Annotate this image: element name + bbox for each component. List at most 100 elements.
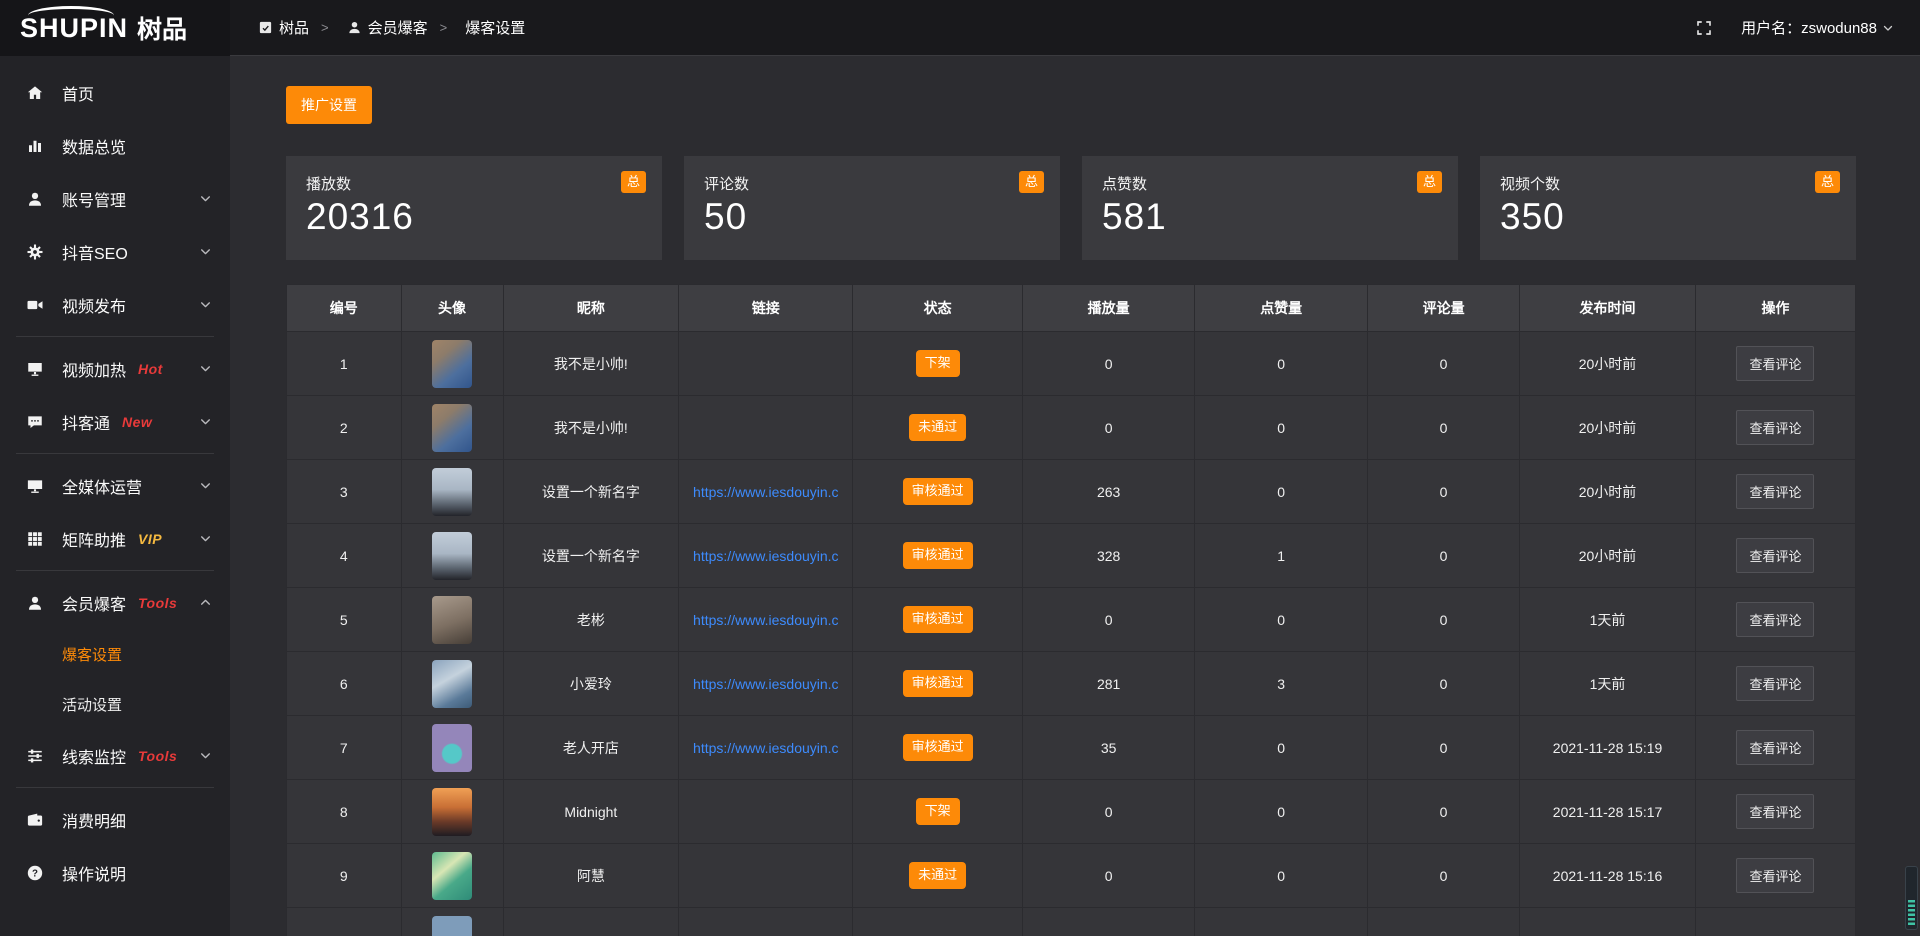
- nav-sublabel: 爆客设置: [62, 644, 122, 665]
- breadcrumb-item-member-baoke[interactable]: > 会员爆客: [309, 17, 428, 38]
- scrollbar-widget[interactable]: [1905, 866, 1918, 930]
- chev-down-icon: [199, 749, 212, 762]
- cell-comments: 0: [1367, 844, 1519, 908]
- cell-link: [679, 844, 853, 908]
- status-badge: 未通过: [909, 414, 966, 440]
- column-header: 昵称: [503, 285, 679, 332]
- cell-nickname: 我不是小帅!: [503, 332, 679, 396]
- sidebar-item-consumption-detail[interactable]: 消费明细: [0, 793, 230, 846]
- cell-avatar: [401, 396, 503, 460]
- cell-plays: 263: [1022, 460, 1195, 524]
- sidebar-item-account-management[interactable]: 账号管理: [0, 172, 230, 225]
- sidebar-subitem-activity-settings[interactable]: 活动设置: [0, 679, 230, 729]
- cell-nickname: 小爱玲: [503, 652, 679, 716]
- sidebar-item-video-heating[interactable]: 视频加热 Hot: [0, 342, 230, 395]
- cell-status: 审核通过: [853, 524, 1022, 588]
- sidebar-item-data-overview[interactable]: 数据总览: [0, 119, 230, 172]
- sidebar-item-omni-media[interactable]: 全媒体运营: [0, 459, 230, 512]
- cell-publish-time: 2021-11-28 15:19: [1520, 716, 1696, 780]
- cell-publish-time: 1天前: [1520, 588, 1696, 652]
- view-comments-button[interactable]: 查看评论: [1736, 474, 1814, 509]
- cell-publish-time: 2021-11-28 15:17: [1520, 780, 1696, 844]
- avatar: [432, 532, 472, 580]
- avatar: [432, 468, 472, 516]
- cell-status: 下架: [853, 332, 1022, 396]
- view-comments-button[interactable]: 查看评论: [1736, 602, 1814, 637]
- gear-icon: [26, 243, 46, 261]
- cell-comments: 0: [1367, 588, 1519, 652]
- cell-avatar: [401, 716, 503, 780]
- sidebar-item-clue-monitor[interactable]: 线索监控 Tools: [0, 729, 230, 782]
- cell-number: [287, 908, 402, 936]
- sidebar-divider: [16, 336, 214, 337]
- status-badge: 未通过: [909, 862, 966, 888]
- avatar: [432, 660, 472, 708]
- cell-nickname: [503, 908, 679, 936]
- chev-down-icon: [199, 362, 212, 375]
- sidebar-subitem-baoke-settings[interactable]: 爆客设置: [0, 629, 230, 679]
- status-badge: 审核通过: [903, 734, 973, 760]
- promo-settings-button[interactable]: 推广设置: [286, 86, 372, 124]
- nav-label: 消费明细: [62, 808, 126, 832]
- cell-comments: 0: [1367, 396, 1519, 460]
- video-link[interactable]: https://www.iesdouyin.c: [693, 676, 839, 692]
- view-comments-button[interactable]: 查看评论: [1736, 666, 1814, 701]
- scrollbar-thumb[interactable]: [1908, 900, 1915, 926]
- cell-avatar: [401, 524, 503, 588]
- user-icon: [26, 594, 46, 612]
- cell-nickname: 设置一个新名字: [503, 524, 679, 588]
- sidebar-item-doukatong[interactable]: 抖客通 New: [0, 395, 230, 448]
- status-badge: 审核通过: [903, 478, 973, 504]
- cell-likes: 0: [1195, 332, 1368, 396]
- comment-icon: [26, 413, 46, 431]
- table-row: 3 设置一个新名字 https://www.iesdouyin.c 审核通过 2…: [287, 460, 1856, 524]
- chev-down-icon: [199, 415, 212, 428]
- sidebar-item-home[interactable]: 首页: [0, 66, 230, 119]
- cell-plays: 35: [1022, 716, 1195, 780]
- cell-comments: 0: [1367, 460, 1519, 524]
- video-link[interactable]: https://www.iesdouyin.c: [693, 740, 839, 756]
- view-comments-button[interactable]: 查看评论: [1736, 794, 1814, 829]
- sidebar-item-douyin-seo[interactable]: 抖音SEO: [0, 225, 230, 278]
- nav-tag: Hot: [138, 361, 163, 377]
- video-link[interactable]: https://www.iesdouyin.c: [693, 548, 839, 564]
- cell-link: [679, 908, 853, 936]
- video-link[interactable]: https://www.iesdouyin.c: [693, 612, 839, 628]
- stat-total-badge: 总: [1815, 171, 1840, 193]
- cell-comments: 0: [1367, 652, 1519, 716]
- cell-link: https://www.iesdouyin.c: [679, 716, 853, 780]
- username-menu[interactable]: 用户名：zswodun88: [1741, 17, 1894, 38]
- view-comments-button[interactable]: 查看评论: [1736, 730, 1814, 765]
- cell-avatar: [401, 460, 503, 524]
- column-header: 评论量: [1367, 285, 1519, 332]
- sidebar-item-member-baoke[interactable]: 会员爆客 Tools: [0, 576, 230, 629]
- sliders-icon: [26, 747, 46, 765]
- user-icon: [26, 190, 46, 208]
- sidebar-item-operation-guide[interactable]: ? 操作说明: [0, 846, 230, 899]
- cell-status: 未通过: [853, 844, 1022, 908]
- cell-link: [679, 332, 853, 396]
- view-comments-button[interactable]: 查看评论: [1736, 346, 1814, 381]
- breadcrumb-item-baoke-settings[interactable]: > 爆客设置: [428, 17, 526, 38]
- table-row: 8 Midnight 下架 0 0 0 2021-11-28 15:17 查看评…: [287, 780, 1856, 844]
- cell-plays: 0: [1022, 780, 1195, 844]
- view-comments-button[interactable]: 查看评论: [1736, 538, 1814, 573]
- bar-chart-icon: [26, 137, 46, 155]
- logo[interactable]: SHUPIN 树品: [0, 0, 230, 56]
- cell-publish-time: 20小时前: [1520, 396, 1696, 460]
- sidebar-item-matrix-boost[interactable]: 矩阵助推 VIP: [0, 512, 230, 565]
- breadcrumb-item-shupin[interactable]: 树品: [258, 17, 309, 38]
- videos-table: 编号头像昵称链接状态播放量点赞量评论量发布时间操作 1 我不是小帅! 下架 0 …: [286, 284, 1856, 936]
- nav-tag: Tools: [138, 748, 177, 764]
- cell-avatar: [401, 652, 503, 716]
- view-comments-button[interactable]: 查看评论: [1736, 410, 1814, 445]
- topbar-right: 树品 > 会员爆客 > 爆客设置 用户名：zswodun88: [230, 0, 1920, 56]
- video-link[interactable]: https://www.iesdouyin.c: [693, 484, 839, 500]
- fullscreen-icon[interactable]: [1695, 19, 1713, 37]
- cell-action: 查看评论: [1695, 524, 1855, 588]
- logo-text-cn: 树品: [137, 10, 187, 46]
- sidebar-item-video-publish[interactable]: 视频发布: [0, 278, 230, 331]
- stat-total-badge: 总: [1019, 171, 1044, 193]
- view-comments-button[interactable]: 查看评论: [1736, 858, 1814, 893]
- column-header: 点赞量: [1195, 285, 1368, 332]
